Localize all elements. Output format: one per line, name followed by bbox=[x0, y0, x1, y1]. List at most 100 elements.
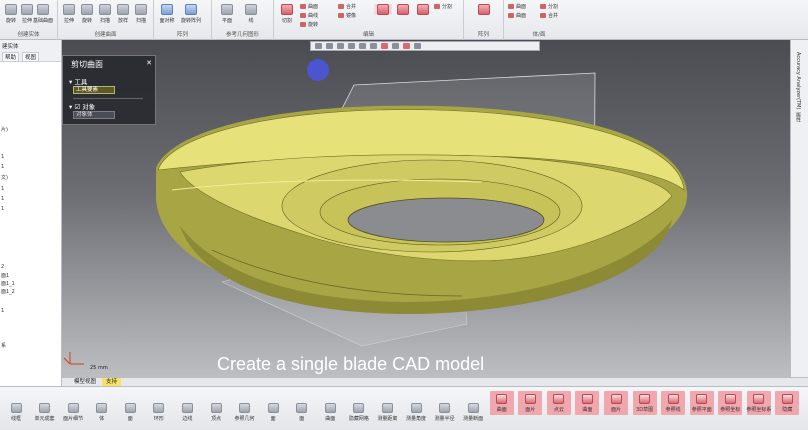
bottom-tool-button[interactable]: 面 bbox=[290, 403, 314, 422]
tree-item[interactable]: 1 bbox=[1, 206, 4, 212]
line-button[interactable]: 线 bbox=[242, 4, 260, 24]
plane-button[interactable]: 平面 bbox=[218, 4, 236, 24]
properties-tab[interactable]: 属性 bbox=[795, 112, 802, 122]
tree-item[interactable]: 1 bbox=[1, 154, 4, 160]
bottom-tool-button[interactable]: 参照坐标 bbox=[718, 391, 743, 415]
face-mirror-button[interactable]: 面对称 bbox=[158, 4, 176, 24]
tool-entity-field[interactable]: 工具要素 bbox=[73, 86, 115, 94]
tree-item[interactable]: 系 bbox=[1, 342, 6, 349]
revolve-surface-button[interactable]: 旋转 bbox=[78, 4, 96, 24]
tab-view[interactable]: 视图 bbox=[22, 52, 40, 62]
bottom-tool-button[interactable]: 参照几何 bbox=[233, 403, 257, 422]
circular-pattern-button[interactable]: 旋转阵列 bbox=[181, 4, 201, 24]
filter-icon[interactable] bbox=[370, 43, 377, 49]
tree-item[interactable]: 2 bbox=[1, 264, 4, 270]
merge-tool[interactable]: 合并 bbox=[338, 3, 356, 10]
tab-help[interactable]: 帮助 bbox=[2, 52, 20, 62]
light-icon[interactable] bbox=[392, 43, 399, 49]
bottom-tool-button[interactable]: 测量距离 bbox=[375, 403, 399, 422]
tree-item[interactable]: 面1_2 bbox=[1, 288, 15, 295]
tree-item[interactable]: 1 bbox=[1, 164, 4, 170]
bottom-tool-button[interactable]: 参照坐标系 bbox=[746, 391, 771, 415]
bottom-tool-button[interactable]: 测量角度 bbox=[404, 403, 428, 422]
rotate-tool[interactable]: 旋转 bbox=[300, 21, 318, 28]
body-tool-1[interactable]: 曲面 bbox=[508, 3, 526, 10]
ribbon-group-create-solid: 旋转 拉伸 基础曲面 创建实体 bbox=[0, 0, 58, 40]
bottom-tool-button[interactable]: 面片 bbox=[604, 391, 628, 415]
bottom-tool-button[interactable]: 曲面 bbox=[575, 391, 600, 415]
tree-item[interactable]: 文) bbox=[1, 174, 8, 181]
bottom-tool-button[interactable]: 测量半径 bbox=[433, 403, 457, 422]
curve-tool[interactable]: 曲线 bbox=[300, 12, 318, 19]
section-icon[interactable] bbox=[381, 43, 388, 49]
grid-icon[interactable] bbox=[414, 43, 421, 49]
tree-item[interactable]: 1 bbox=[1, 186, 4, 192]
bottom-tool-button[interactable]: 环形 bbox=[147, 403, 171, 422]
ribbon-group-create-surface: 拉伸 旋转 扫描 放样 扫描 创建曲面 bbox=[58, 0, 154, 40]
sweep2-button[interactable]: 扫描 bbox=[132, 4, 150, 24]
body-tool-4[interactable]: 合并 bbox=[540, 12, 558, 19]
sweep-button[interactable]: 扫描 bbox=[96, 4, 114, 24]
bottom-tool-button[interactable]: 面 bbox=[261, 403, 285, 422]
tool-icon bbox=[324, 403, 336, 413]
bottom-tool-button[interactable]: 参照平面 bbox=[689, 391, 714, 415]
select-icon[interactable] bbox=[359, 43, 366, 49]
bottom-tool-button[interactable]: 线框 bbox=[4, 403, 28, 422]
bottom-tool-button[interactable]: 体 bbox=[90, 403, 114, 422]
tree-item[interactable]: 1 bbox=[1, 308, 4, 314]
bottom-tool-button[interactable]: 顶点 bbox=[204, 403, 228, 422]
merge-button[interactable] bbox=[414, 4, 432, 15]
tree-item[interactable]: 面1_1 bbox=[1, 280, 15, 287]
bottom-tool-button[interactable]: 单元成套 bbox=[33, 403, 57, 422]
feature-tree-panel: 建实体 帮助 视图 片) 1 1 文) 1 1 1 2 面1 面1_1 面1_2… bbox=[0, 40, 62, 386]
tool-label: 顶点 bbox=[210, 416, 221, 422]
body-tool-2[interactable]: 曲面 bbox=[508, 12, 526, 19]
close-icon[interactable]: ✕ bbox=[146, 59, 152, 67]
view-icon[interactable] bbox=[326, 43, 333, 49]
tab-model-view[interactable]: 模型视图 bbox=[70, 378, 100, 386]
bottom-tool-button[interactable]: 面片 bbox=[518, 391, 543, 415]
extrude-surface-button[interactable]: 拉伸 bbox=[60, 4, 78, 24]
tool-label: 测量半径 bbox=[434, 416, 455, 422]
bottom-tool-button[interactable]: 隐藏网格 bbox=[347, 403, 371, 422]
bottom-tool-button[interactable]: 边线 bbox=[175, 403, 199, 422]
trim-icon bbox=[377, 4, 389, 15]
tree-item[interactable]: 1 bbox=[1, 196, 4, 202]
display-icon[interactable] bbox=[348, 43, 355, 49]
3d-viewport[interactable]: 剪切曲面 ✕ ▾ 工具 工具要素 ▾ ☑ 对象 对象体 25 mm Create… bbox=[62, 40, 790, 377]
cube-icon[interactable] bbox=[337, 43, 344, 49]
bottom-tool-button[interactable]: 面 bbox=[118, 403, 142, 422]
orientation-ball-icon[interactable] bbox=[307, 59, 329, 81]
model-canvas[interactable] bbox=[62, 40, 790, 377]
bottom-tool-button[interactable]: 点云 bbox=[546, 391, 571, 415]
bottom-tool-button[interactable]: 测量断面 bbox=[461, 403, 485, 422]
body-tool-3[interactable]: 分割 bbox=[540, 3, 558, 10]
color-icon[interactable] bbox=[403, 43, 410, 49]
tab-support[interactable]: 支持 bbox=[102, 378, 122, 386]
rotate-icon bbox=[300, 22, 306, 27]
accuracy-analyzer-tab[interactable]: Accuracy Analyzer(TM) bbox=[795, 52, 801, 109]
bottom-tool-button[interactable]: 面片细节 bbox=[61, 403, 85, 422]
trim-surface-button[interactable] bbox=[374, 4, 392, 15]
bottom-tool-button[interactable]: 曲面 bbox=[489, 391, 514, 415]
tree-item[interactable]: 片) bbox=[1, 126, 8, 133]
bottom-tool-button[interactable]: 3D草图 bbox=[632, 391, 657, 415]
zoom-icon[interactable] bbox=[315, 43, 322, 49]
bottom-tool-button[interactable]: 隐藏 bbox=[775, 391, 800, 415]
surface-tool[interactable]: 曲面 bbox=[300, 3, 318, 10]
bottom-tool-button[interactable]: 曲面 bbox=[318, 403, 342, 422]
tool-label: 参照坐标 bbox=[720, 407, 741, 413]
mirror-tool[interactable]: 镜像 bbox=[338, 12, 356, 19]
body-icon bbox=[540, 13, 546, 18]
section-object-label: ▾ ☑ 对象 bbox=[69, 103, 96, 111]
object-body-field[interactable]: 对象体 bbox=[73, 111, 115, 119]
cut-button[interactable]: 切割 bbox=[278, 4, 296, 24]
mirror-button[interactable] bbox=[475, 4, 493, 15]
bottom-tool-button[interactable]: 参照线 bbox=[661, 391, 686, 415]
curve-icon bbox=[300, 13, 306, 18]
loft-button[interactable]: 放样 bbox=[114, 4, 132, 24]
base-surface-button[interactable]: 基础曲面 bbox=[33, 4, 53, 24]
extend-surface-button[interactable] bbox=[394, 4, 412, 15]
tree-item[interactable]: 面1 bbox=[1, 272, 9, 279]
split-tool[interactable]: 分割 bbox=[434, 3, 452, 10]
